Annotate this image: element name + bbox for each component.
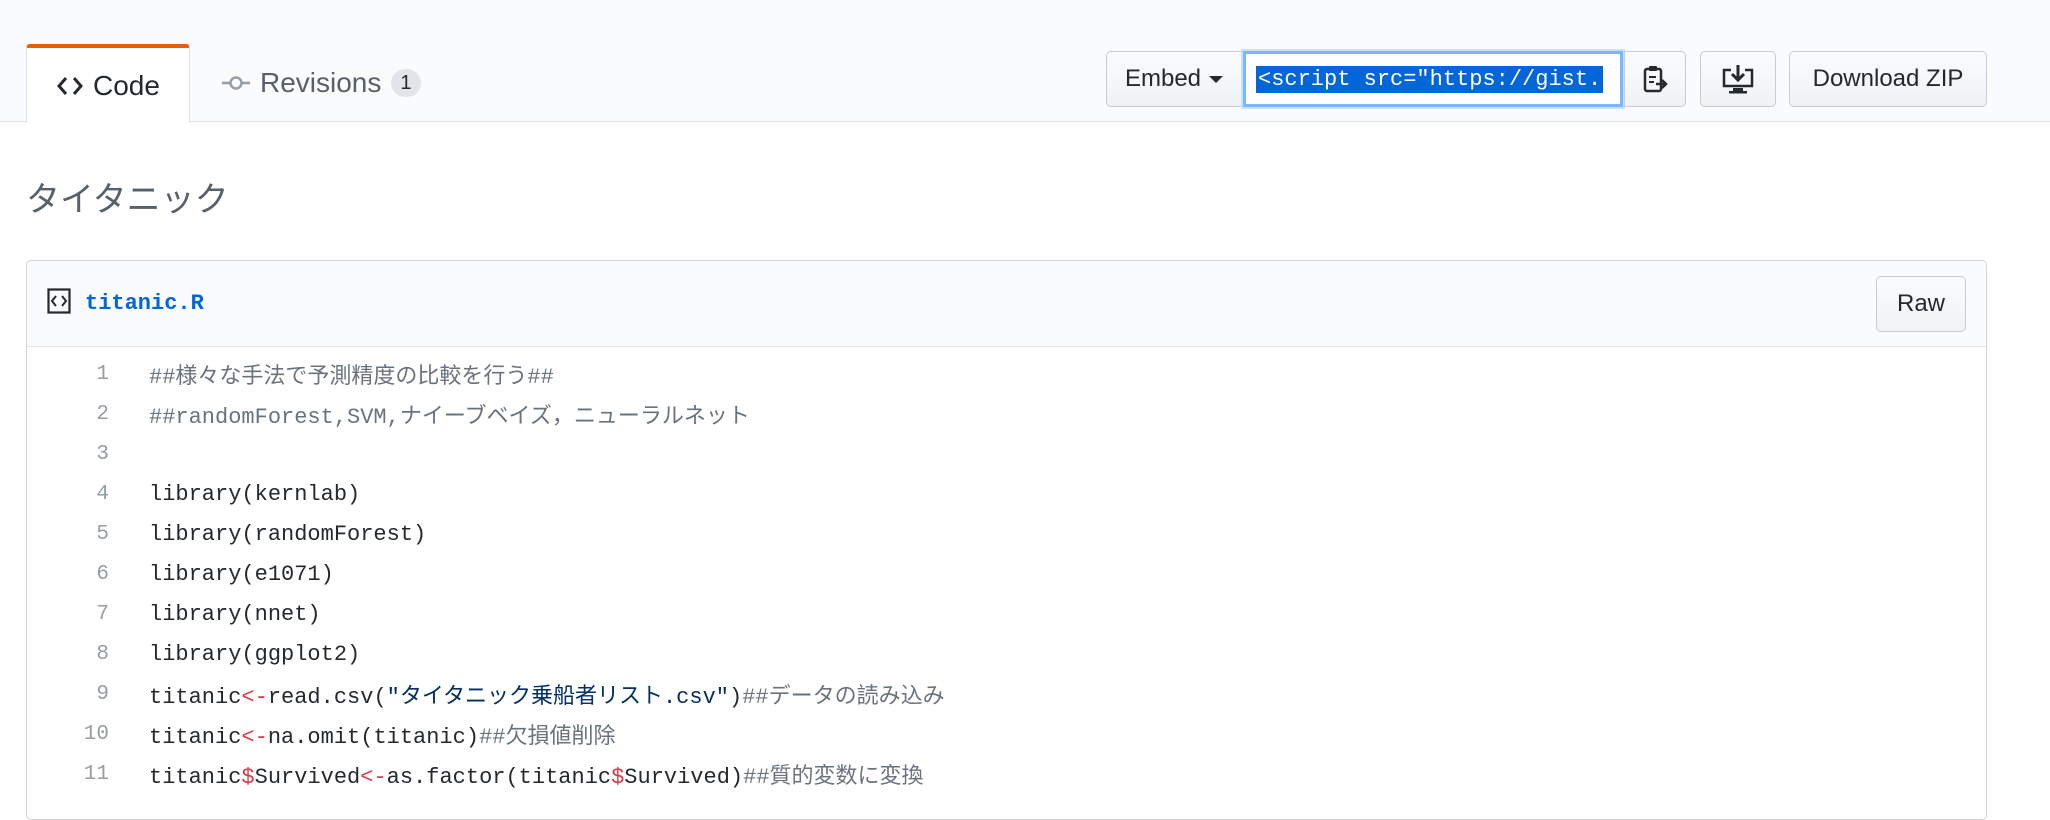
code-line: 6 library(e1071) [27, 554, 1986, 594]
code-token: Survived [254, 765, 361, 790]
download-zip-label: Download ZIP [1812, 65, 1964, 92]
code-line: 7 library(nnet) [27, 594, 1986, 634]
code-token: library(randomForest) [149, 521, 427, 547]
raw-label: Raw [1896, 290, 1945, 317]
code-line: 5 library(randomForest) [27, 514, 1986, 554]
embed-button[interactable]: Embed [1106, 51, 1242, 107]
code-line: 4 library(kernlab) [27, 474, 1986, 514]
line-code: titanic<-read.csv("タイタニック乗船者リスト.csv")##デ… [109, 678, 945, 710]
code-token: ) [729, 685, 743, 710]
code-token: ##データの読み込み [742, 685, 945, 710]
file-container: titanic.R Raw 1 ##様々な手法で予測精度の比較を行う## 2 ##ra… [26, 260, 1987, 820]
code-token: ##欠損値削除 [479, 725, 616, 750]
line-code: library(ggplot2) [109, 642, 360, 667]
code-icon [57, 75, 83, 97]
tab-revisions[interactable]: Revisions 1 [222, 44, 421, 122]
line-number[interactable]: 2 [27, 403, 109, 426]
code-token: library(nnet) [149, 601, 321, 627]
file-code-icon [47, 288, 71, 319]
code-token: Survived) [624, 765, 744, 790]
line-number[interactable]: 11 [27, 763, 109, 786]
code-line: 3 [27, 434, 1986, 474]
line-number[interactable]: 1 [27, 363, 109, 386]
code-line: 9 titanic<-read.csv("タイタニック乗船者リスト.csv")##… [27, 674, 1986, 714]
code-token: titanic [149, 685, 242, 710]
open-in-desktop-button[interactable] [1700, 51, 1776, 107]
line-number[interactable]: 3 [27, 443, 109, 466]
code-line: 11 titanic$Survived<-as.factor(titanic$Su… [27, 754, 1986, 794]
gist-header-band: Code Revisions 1 Embed <script src="http… [0, 0, 2050, 123]
code-token: titanic [149, 725, 242, 750]
line-number[interactable]: 6 [27, 563, 109, 586]
line-code: library(nnet) [109, 602, 321, 627]
code-line: 8 library(ggplot2) [27, 634, 1986, 674]
embed-label: Embed [1124, 65, 1202, 92]
code-token: <- [360, 765, 387, 790]
download-zip-button[interactable]: Download ZIP [1789, 51, 1987, 107]
caret-down-icon [1209, 75, 1224, 83]
code-token: $ [611, 765, 625, 790]
code-token: $ [241, 765, 255, 790]
code-token: na.omit(titanic) [267, 725, 480, 750]
code-token: library(e1071) [149, 561, 334, 587]
code-token: read.csv( [267, 685, 387, 710]
line-number[interactable]: 8 [27, 643, 109, 666]
gist-description: タイタニック [26, 181, 229, 219]
copy-to-clipboard-button[interactable] [1624, 51, 1686, 107]
clippy-icon [1643, 66, 1668, 93]
code-token: titanic [149, 765, 242, 790]
line-number[interactable]: 10 [27, 723, 109, 746]
line-code: titanic<-na.omit(titanic)##欠損値削除 [109, 718, 615, 750]
tab-code[interactable]: Code [26, 44, 190, 123]
line-number[interactable]: 4 [27, 483, 109, 506]
file-name-link[interactable]: titanic.R [85, 291, 204, 316]
embed-url-input[interactable]: <script src="https://gist. [1241, 49, 1625, 109]
tab-code-label: Code [93, 69, 160, 101]
line-code: ##様々な手法で予測精度の比較を行う## [109, 358, 554, 390]
line-number[interactable]: 5 [27, 523, 109, 546]
code-listing: 1 ##様々な手法で予測精度の比較を行う## 2 ##randomForest,SVM… [27, 347, 1986, 794]
line-number[interactable]: 9 [27, 683, 109, 706]
raw-button[interactable]: Raw [1876, 276, 1966, 332]
tab-revisions-label: Revisions [260, 67, 382, 98]
code-line: 2 ##randomForest,SVM,ナイーブベイズ，ニューラルネット [27, 394, 1986, 434]
code-token: <- [241, 725, 268, 750]
code-token: library(ggplot2) [149, 641, 361, 667]
line-number[interactable]: 7 [27, 603, 109, 626]
revisions-counter: 1 [391, 69, 421, 97]
git-commit-icon [222, 75, 250, 91]
line-code: titanic$Survived<-as.factor(titanic$Surv… [109, 758, 924, 790]
file-header: titanic.R Raw [27, 261, 1986, 347]
code-token: ##質的変数に変換 [743, 765, 924, 790]
line-code: library(randomForest) [109, 522, 426, 547]
code-line: 1 ##様々な手法で予測精度の比較を行う## [27, 354, 1986, 394]
code-token: ##様々な手法で予測精度の比較を行う## [149, 365, 554, 390]
desktop-download-icon [1722, 65, 1754, 94]
code-token: as.factor(titanic [386, 765, 612, 790]
code-token: ##randomForest,SVM,ナイーブベイズ，ニューラルネット [149, 405, 750, 430]
code-token: <- [241, 685, 268, 710]
embed-url-value: <script src="https://gist. [1256, 65, 1604, 93]
code-token: "タイタニック乗船者リスト.csv" [386, 685, 729, 710]
line-code: library(e1071) [109, 562, 334, 587]
line-code: ##randomForest,SVM,ナイーブベイズ，ニューラルネット [109, 398, 750, 430]
code-line: 10 titanic<-na.omit(titanic)##欠損値削除 [27, 714, 1986, 754]
line-code: library(kernlab) [109, 482, 360, 507]
code-token: library(kernlab) [149, 481, 361, 507]
